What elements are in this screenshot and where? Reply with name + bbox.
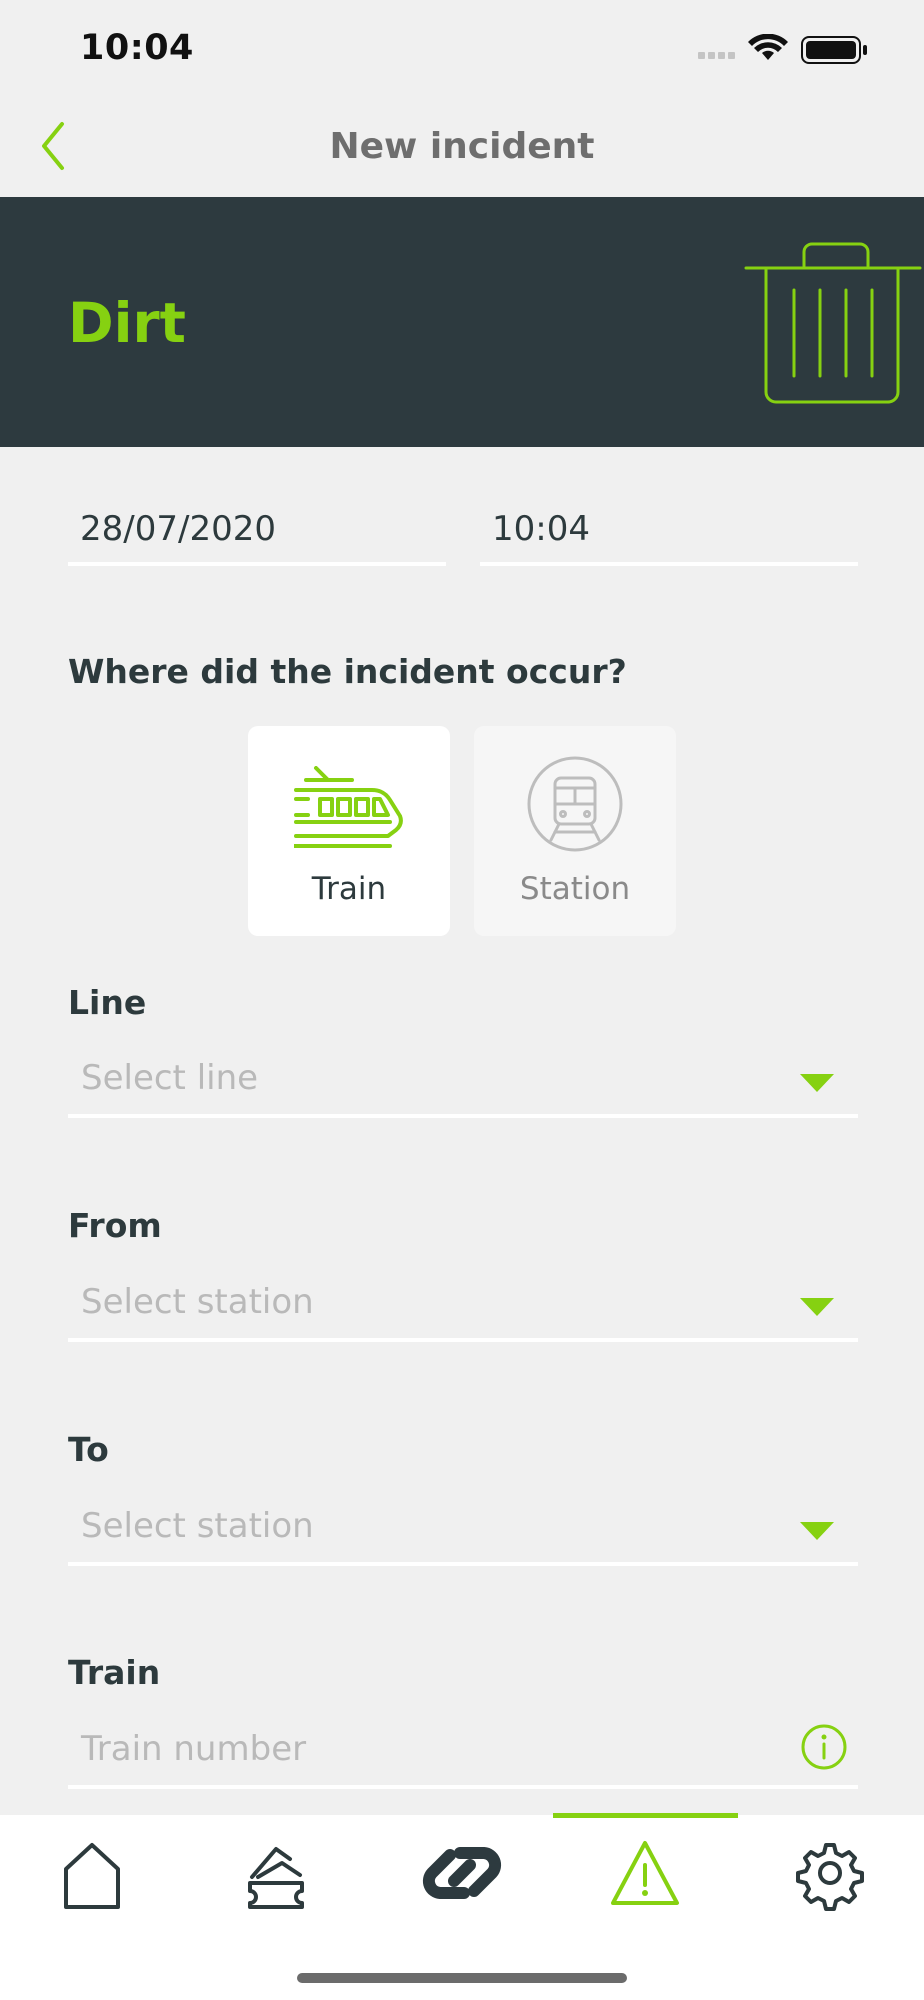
line-underline — [68, 1114, 858, 1118]
status-icons — [698, 33, 874, 70]
tab-incidents[interactable] — [605, 1835, 685, 1911]
date-field[interactable]: 28/07/2020 — [68, 500, 446, 566]
line-label: Line — [68, 983, 147, 1022]
tab-tickets[interactable] — [238, 1835, 318, 1911]
tab-home[interactable] — [52, 1835, 132, 1911]
location-option-label: Train — [311, 871, 387, 907]
status-time: 10:04 — [80, 28, 194, 68]
from-underline — [68, 1338, 858, 1342]
location-option-label: Station — [519, 871, 631, 907]
dropdown-arrow-icon — [800, 1298, 834, 1316]
trash-icon — [742, 234, 924, 414]
home-icon — [64, 1843, 120, 1909]
to-underline — [68, 1562, 858, 1566]
time-underline — [480, 562, 858, 566]
line-select[interactable]: Select line — [68, 1048, 858, 1118]
from-label: From — [68, 1206, 162, 1245]
to-label: To — [68, 1430, 109, 1469]
station-icon — [527, 756, 623, 852]
time-field[interactable]: 10:04 — [480, 500, 858, 566]
train-placeholder: Train number — [81, 1729, 307, 1769]
from-placeholder: Select station — [81, 1282, 314, 1322]
home-indicator[interactable] — [297, 1973, 627, 1983]
to-placeholder: Select station — [81, 1506, 314, 1546]
gear-icon — [796, 1843, 864, 1911]
ticket-icon — [248, 1847, 304, 1909]
dropdown-arrow-icon — [800, 1074, 834, 1092]
info-icon[interactable] — [800, 1723, 848, 1771]
tab-active-indicator — [553, 1813, 738, 1818]
from-station-select[interactable]: Select station — [68, 1272, 858, 1342]
category-title: Dirt — [68, 291, 186, 355]
train-label: Train — [68, 1653, 161, 1692]
location-question: Where did the incident occur? — [68, 652, 627, 691]
dropdown-arrow-icon — [800, 1522, 834, 1540]
train-underline — [68, 1785, 858, 1789]
battery-icon — [801, 36, 867, 64]
signal-icon — [698, 52, 735, 59]
date-value: 28/07/2020 — [80, 509, 276, 549]
line-placeholder: Select line — [81, 1058, 259, 1098]
date-underline — [68, 562, 446, 566]
link-icon — [422, 1847, 502, 1899]
page-title: New incident — [329, 126, 595, 167]
tab-settings[interactable] — [790, 1835, 870, 1911]
location-option-train[interactable]: Train — [248, 726, 450, 936]
time-value: 10:04 — [492, 509, 590, 549]
tram-icon — [294, 766, 403, 848]
tab-connect[interactable] — [418, 1835, 506, 1911]
warning-icon — [611, 1841, 679, 1905]
wifi-icon — [748, 33, 788, 60]
to-station-select[interactable]: Select station — [68, 1496, 858, 1566]
location-option-station[interactable]: Station — [474, 726, 676, 936]
train-number-input[interactable]: Train number — [68, 1719, 858, 1789]
